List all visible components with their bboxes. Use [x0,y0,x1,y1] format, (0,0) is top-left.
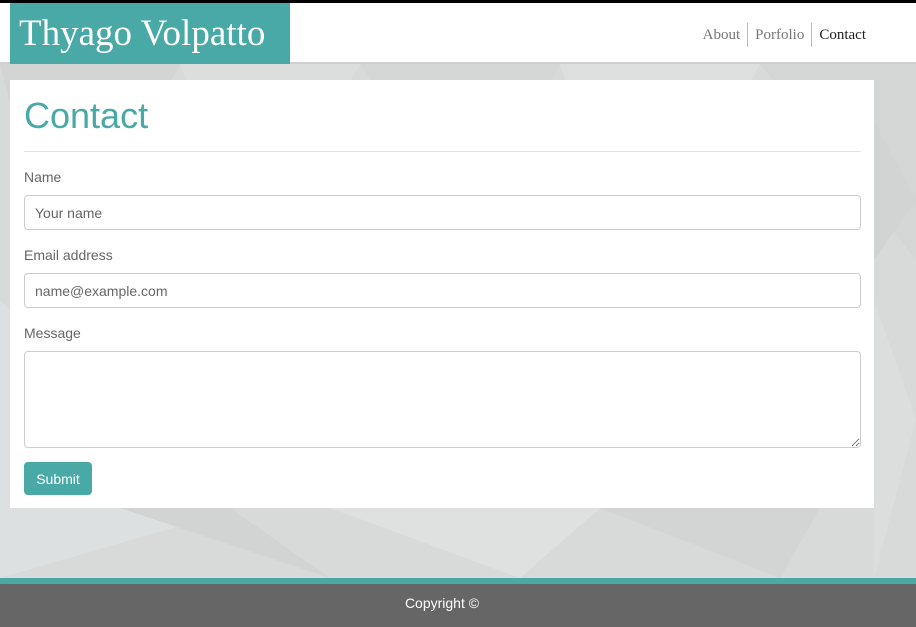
contact-card: Contact Name Email address Message Submi… [10,80,874,508]
nav-item-contact[interactable]: Contact [811,23,873,47]
message-label: Message [24,325,81,341]
nav-item-about[interactable]: About [696,23,748,47]
site-header: Thyago Volpatto About Porfolio Contact [0,3,916,64]
copyright-text: Copyright © [404,595,480,611]
site-footer: Copyright © [0,584,916,627]
page-title: Contact [24,80,861,152]
submit-button[interactable]: Submit [24,462,92,495]
contact-form: Name Email address Message Submit [24,169,861,495]
message-textarea[interactable] [24,351,861,448]
top-border [0,0,916,3]
email-label: Email address [24,247,113,263]
name-input[interactable] [24,195,861,230]
name-label: Name [24,169,62,185]
main-nav: About Porfolio Contact [696,23,873,47]
site-brand[interactable]: Thyago Volpatto [10,3,290,64]
nav-item-portfolio[interactable]: Porfolio [747,23,811,47]
email-input[interactable] [24,273,861,308]
